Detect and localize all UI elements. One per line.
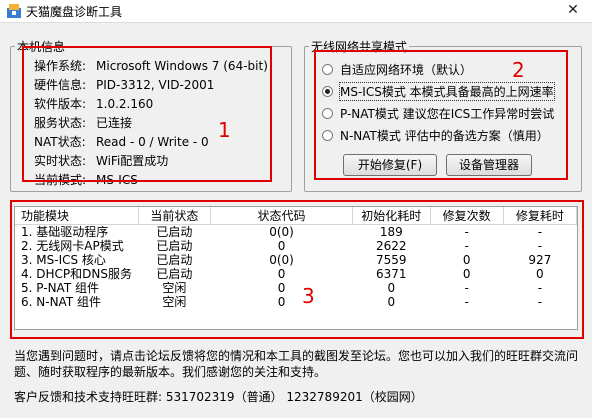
annotation-box-3 <box>10 200 584 339</box>
close-button[interactable]: ✕ <box>558 0 588 20</box>
annotation-marker-3: 3 <box>302 284 315 308</box>
annotation-marker-2: 2 <box>512 58 525 82</box>
diagnostic-window: 天猫魔盘诊断工具 ✕ 本机信息 操作系统: Microsoft Windows 7… <box>0 0 592 418</box>
window-title: 天猫魔盘诊断工具 <box>26 5 123 19</box>
annotation-marker-1: 1 <box>218 118 231 142</box>
close-icon: ✕ <box>567 2 579 18</box>
support-contact: 客户反馈和技术支持旺旺群: 531702319（普通） 1232789201（校… <box>14 390 423 404</box>
annotation-box-1 <box>22 46 272 182</box>
annotation-box-2 <box>314 50 568 180</box>
app-icon <box>7 4 21 18</box>
footer-notice: 当您遇到问题时，请点击论坛反馈将您的情况和本工具的截图发至论坛。您也可以加入我们… <box>14 349 579 379</box>
title-bar: 天猫魔盘诊断工具 ✕ <box>0 0 592 23</box>
